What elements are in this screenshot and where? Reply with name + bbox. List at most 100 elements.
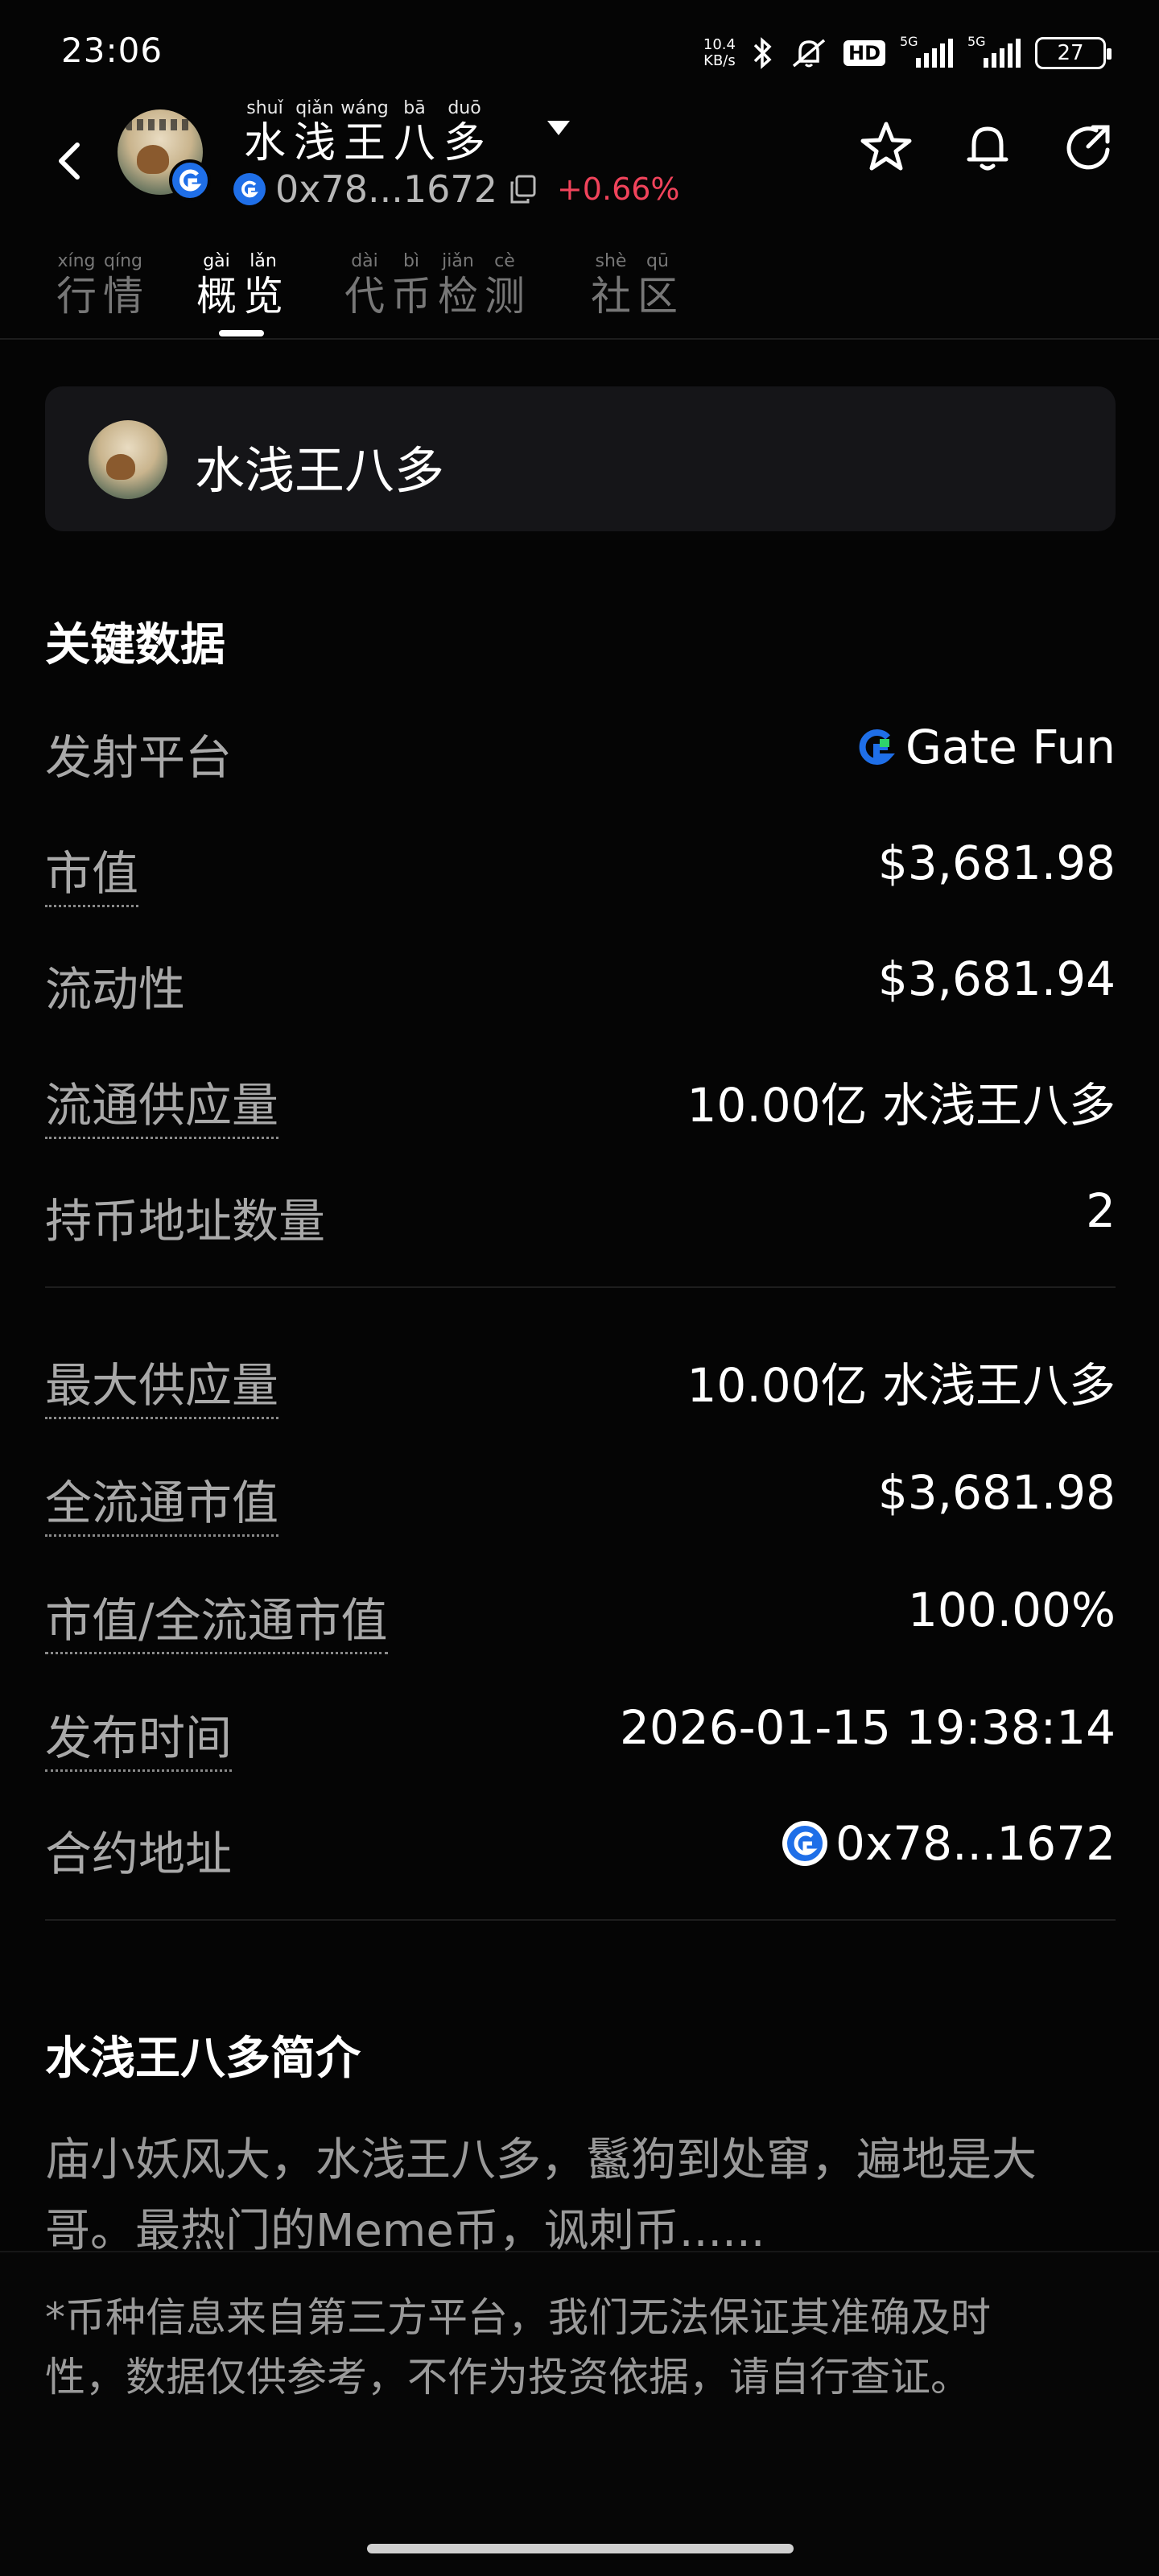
star-icon [860, 122, 912, 171]
row-mcap-fdv-ratio: 市值/全流通市值 100.00% [45, 1571, 1116, 1654]
ruby-char: qiǎn 浅 [290, 97, 340, 166]
row-max-supply: 最大供应量 10.00亿 水浅王八多 [45, 1336, 1116, 1419]
hd-icon: HD [843, 35, 885, 71]
pinyin: qiǎn [295, 98, 334, 118]
ruby-char: qū 区 [634, 250, 681, 319]
back-button[interactable] [43, 126, 92, 190]
hanzi: 代 [344, 273, 385, 320]
row-liquidity: 流动性 $3,681.94 [45, 952, 1116, 1017]
token-card[interactable]: 水浅王八多 [45, 386, 1116, 531]
token-title[interactable]: shuǐ 水 qiǎn 浅 wáng 王 bā 八 duō 多 [240, 97, 489, 166]
divider [45, 1286, 1116, 1288]
token-avatar [89, 420, 167, 499]
bell-icon [967, 126, 1008, 171]
ruby-char: bā 八 [390, 97, 439, 166]
signal-sim1-icon: 5G [900, 34, 953, 68]
hanzi: 概 [196, 273, 237, 320]
pinyin: wáng [340, 98, 389, 118]
pinyin: bì [402, 251, 420, 271]
chevron-left-icon [59, 142, 80, 180]
home-indicator[interactable] [367, 2544, 794, 2553]
pinyin: xíng [57, 251, 96, 271]
tab-token-check[interactable]: dài 代 bì 币 jiǎn 检 cè 测 [341, 250, 528, 319]
price-change: +0.66% [556, 171, 680, 207]
divider [45, 1919, 1116, 1921]
hanzi: 多 [443, 119, 485, 167]
hanzi: 币 [391, 273, 431, 320]
ruby-char: bì 币 [388, 250, 435, 319]
ruby-char: cè 测 [481, 250, 528, 319]
ruby-char: wáng 王 [340, 97, 390, 166]
tab-community[interactable]: shè 社 qū 区 [588, 250, 681, 319]
hanzi: 王 [343, 119, 386, 167]
ruby-char: gài 概 [193, 250, 240, 319]
pinyin: qíng [104, 251, 142, 271]
hanzi: 览 [243, 273, 283, 320]
tab-indicator [219, 330, 264, 336]
hanzi: 区 [637, 273, 678, 320]
pinyin: dài [351, 251, 378, 271]
alert-button[interactable] [958, 118, 1017, 177]
header-address-row: 0x78...1672 +0.66% [233, 167, 680, 211]
header-actions [856, 118, 1119, 177]
pinyin: shuǐ [246, 98, 283, 118]
dropdown-caret-icon[interactable] [547, 121, 570, 135]
gate-chain-icon [169, 159, 211, 201]
ruby-char: shè 社 [588, 250, 634, 319]
hanzi: 八 [393, 119, 435, 167]
hanzi: 行 [56, 273, 97, 320]
hanzi: 测 [485, 273, 525, 320]
ruby-char: shuǐ 水 [240, 97, 290, 166]
pinyin: duō [448, 98, 481, 118]
key-data-title: 关键数据 [45, 619, 225, 671]
gate-fun-icon [859, 729, 895, 765]
row-launch-platform: 发射平台 Gate Fun [45, 720, 1116, 785]
row-launch-time: 发布时间 2026-01-15 19:38:14 [45, 1689, 1116, 1772]
tab-market[interactable]: xíng 行 qíng 情 [53, 250, 146, 319]
pinyin: jiǎn [442, 251, 474, 271]
hanzi: 水 [243, 119, 286, 167]
pinyin: bā [403, 98, 426, 118]
signal-sim2-icon: 5G [967, 34, 1021, 68]
ruby-char: qíng 情 [100, 250, 146, 319]
tab-bar: xíng 行 qíng 情 gài 概 lǎn 览 dài 代 bì 币 jiǎn 检 cè 测 shè 社… [0, 242, 1159, 340]
tab-overview[interactable]: gài 概 lǎn 览 [193, 250, 287, 319]
token-header: shuǐ 水 qiǎn 浅 wáng 王 bā 八 duō 多 0x78...1672 +0.66… [0, 97, 1159, 225]
intro-title: 水浅王八多简介 [45, 2033, 361, 2085]
row-contract-address: 合约地址 0x78...1672 [45, 1816, 1116, 1881]
ruby-char: lǎn 览 [240, 250, 287, 319]
hanzi: 浅 [293, 119, 336, 167]
pinyin: gài [203, 251, 230, 271]
disclaimer-text: *币种信息来自第三方平台，我们无法保证其准确及时性，数据仅供参考，不作为投资依据… [45, 2294, 991, 2401]
status-time: 23:06 [61, 31, 163, 70]
pinyin: lǎn [250, 251, 277, 271]
share-icon [1066, 125, 1110, 170]
token-name: 水浅王八多 [195, 441, 445, 500]
row-market-cap: 市值 $3,681.98 [45, 824, 1116, 907]
intro-text[interactable]: 庙小妖风大，水浅王八多，鬣狗到处窜，遍地是大哥。最热门的Meme币，讽刺币...… [45, 2125, 1116, 2254]
pinyin: qū [646, 251, 669, 271]
battery-icon: 27 [1035, 37, 1112, 69]
bluetooth-icon [750, 35, 774, 71]
ruby-char: duō 多 [439, 97, 489, 166]
pinyin: shè [595, 251, 627, 271]
gate-chain-icon [233, 173, 266, 205]
row-holder-count: 持币地址数量 2 [45, 1183, 1116, 1249]
ruby-char: xíng 行 [53, 250, 100, 319]
disclaimer-panel: *币种信息来自第三方平台，我们无法保证其准确及时性，数据仅供参考，不作为投资依据… [0, 2251, 1159, 2576]
status-icons: 10.4 KB/s HD 5G 5G 27 [703, 29, 1112, 77]
hanzi: 检 [438, 273, 478, 320]
row-circulating-supply: 流通供应量 10.00亿 水浅王八多 [45, 1056, 1116, 1139]
row-fdv: 全流通市值 $3,681.98 [45, 1454, 1116, 1537]
favorite-button[interactable] [856, 118, 916, 177]
copy-icon[interactable] [507, 173, 539, 205]
network-speed: 10.4 KB/s [703, 36, 736, 69]
hanzi: 情 [103, 273, 143, 320]
ruby-char: jiǎn 检 [435, 250, 481, 319]
pinyin: cè [494, 251, 515, 271]
ruby-char: dài 代 [341, 250, 388, 319]
share-button[interactable] [1059, 118, 1119, 177]
header-address: 0x78...1672 [275, 167, 497, 211]
status-bar: 23:06 10.4 KB/s HD 5G 5G 27 [0, 0, 1159, 97]
mute-bell-icon [789, 35, 829, 71]
